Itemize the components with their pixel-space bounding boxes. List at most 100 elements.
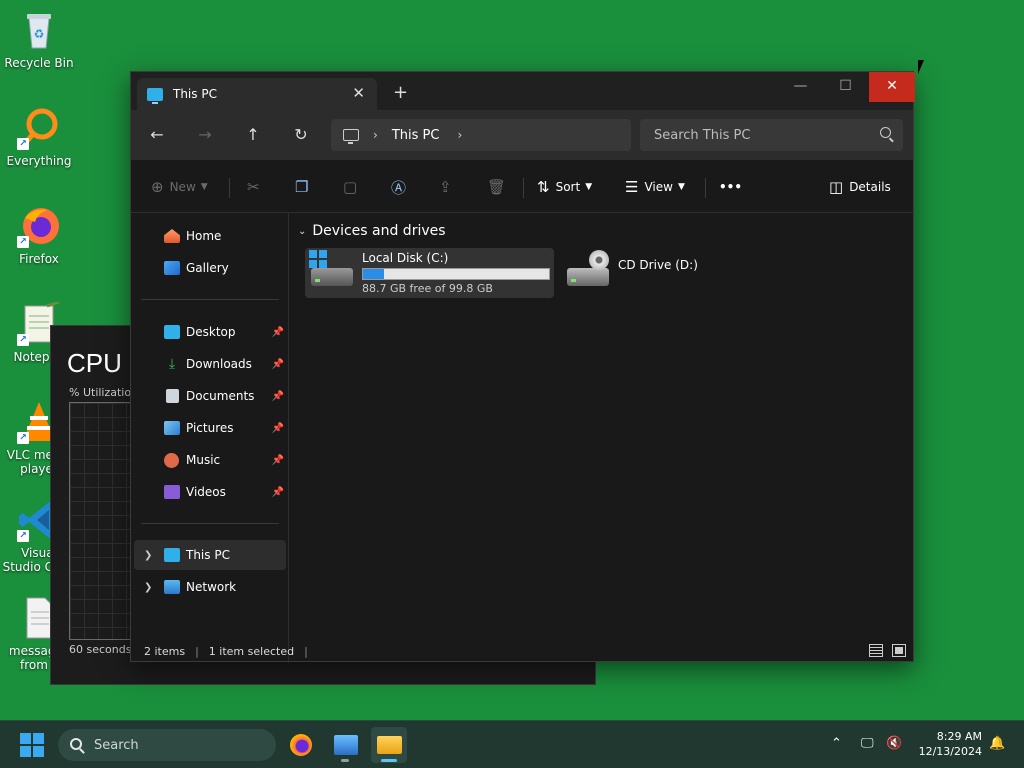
taskbar-app-firefox[interactable]: [283, 727, 319, 763]
pin-icon[interactable]: 📌: [272, 391, 284, 402]
more-options-button[interactable]: •••: [719, 176, 742, 198]
sidebar-item-downloads[interactable]: ⤓ Downloads 📌: [134, 349, 286, 379]
pin-icon[interactable]: 📌: [272, 359, 284, 370]
firefox-icon: [290, 734, 312, 756]
volume-icon[interactable]: 🔇: [886, 736, 902, 751]
close-button[interactable]: ✕: [869, 72, 915, 102]
selection-count: 1 item selected: [208, 644, 295, 658]
refresh-button[interactable]: ↻: [289, 124, 313, 146]
share-button[interactable]: ⇪: [439, 176, 458, 198]
sidebar-item-gallery[interactable]: Gallery: [134, 253, 286, 283]
network-status-icon[interactable]: 🖵: [861, 736, 874, 751]
chevron-right-icon[interactable]: ❯: [144, 582, 152, 593]
new-tab-button[interactable]: +: [393, 84, 408, 102]
search-box[interactable]: [640, 119, 903, 151]
details-label: Details: [849, 180, 891, 194]
toolbar-divider: [523, 178, 524, 198]
sort-button[interactable]: ⇅ Sort ▼: [537, 176, 592, 198]
folder-icon: [377, 736, 402, 754]
sidebar-item-pictures[interactable]: Pictures 📌: [134, 413, 286, 443]
chevron-up-icon[interactable]: ⌃: [831, 736, 842, 751]
sidebar-item-desktop[interactable]: Desktop 📌: [134, 317, 286, 347]
taskbar-search[interactable]: Search: [58, 729, 276, 761]
group-header-devices[interactable]: ⌄ Devices and drives: [298, 223, 446, 239]
sidebar-item-home[interactable]: Home: [134, 221, 286, 251]
delete-button[interactable]: 🗑: [487, 176, 512, 198]
sidebar-item-this-pc[interactable]: ❯ This PC: [134, 540, 286, 570]
windows-logo-icon: [309, 250, 327, 268]
sidebar-item-network[interactable]: ❯ Network: [134, 572, 286, 602]
drive-free-space: 88.7 GB free of 99.8 GB: [362, 282, 493, 295]
sidebar-item-label: Videos: [186, 485, 226, 499]
new-button[interactable]: ⊕ New ▼: [151, 176, 208, 198]
sidebar-divider: [141, 523, 279, 524]
shortcut-arrow-icon: ↗: [17, 432, 29, 444]
videos-icon: [164, 485, 180, 499]
breadcrumb-this-pc[interactable]: This PC: [392, 128, 440, 143]
rename-button[interactable]: Ⓐ: [391, 176, 412, 198]
scissors-icon: ✂: [247, 178, 260, 196]
maximize-button[interactable]: ☐: [823, 72, 868, 102]
file-list-area[interactable]: ⌄ Devices and drives Local Disk (C:) 88.…: [291, 213, 913, 633]
system-clock[interactable]: 8:29 AM 12/13/2024: [910, 729, 982, 759]
details-view-button[interactable]: [869, 644, 883, 657]
sidebar-item-videos[interactable]: Videos 📌: [134, 477, 286, 507]
search-input[interactable]: [654, 127, 864, 143]
taskbar-app-file-explorer[interactable]: [371, 727, 407, 763]
pin-icon[interactable]: 📌: [272, 487, 284, 498]
taskbar-app-task-manager[interactable]: [327, 727, 363, 763]
share-icon: ⇪: [439, 178, 452, 196]
active-indicator: [381, 759, 397, 762]
drive-cd-d[interactable]: CD Drive (D:): [561, 248, 761, 298]
drive-name: CD Drive (D:): [618, 258, 698, 272]
desktop-icon-label: Firefox: [19, 252, 59, 266]
chevron-right-icon[interactable]: ›: [457, 128, 462, 142]
minimize-button[interactable]: —: [778, 72, 823, 102]
view-button[interactable]: ☰ View ▼: [625, 176, 685, 198]
file-explorer-window[interactable]: This PC ✕ + — ☐ ✕ ← → ↑ ↻ › This PC › ⊕ …: [130, 71, 915, 663]
more-icon: •••: [719, 180, 743, 194]
up-button[interactable]: ↑: [241, 124, 265, 146]
back-button[interactable]: ←: [145, 124, 169, 146]
sidebar-item-label: Network: [186, 580, 237, 594]
tab-this-pc[interactable]: This PC ✕: [137, 78, 377, 110]
address-bar[interactable]: › This PC ›: [331, 119, 631, 151]
details-pane-icon: ◫: [829, 178, 844, 196]
copy-button[interactable]: ❐: [295, 176, 314, 198]
desktop-icon-firefox[interactable]: ↗ Firefox: [2, 204, 76, 266]
tab-close-icon[interactable]: ✕: [352, 84, 365, 102]
tiles-view-button[interactable]: [892, 644, 906, 657]
desktop-icon-everything[interactable]: ↗ Everything: [2, 106, 76, 168]
pin-icon[interactable]: 📌: [272, 423, 284, 434]
drive-name: Local Disk (C:): [362, 251, 449, 265]
forward-button[interactable]: →: [193, 124, 217, 146]
chevron-right-icon[interactable]: ❯: [144, 550, 152, 561]
toolbar-divider: [229, 178, 230, 198]
pin-icon[interactable]: 📌: [272, 455, 284, 466]
details-pane-button[interactable]: ◫ Details: [829, 176, 891, 198]
drive-local-disk-c[interactable]: Local Disk (C:) 88.7 GB free of 99.8 GB: [305, 248, 554, 298]
sidebar-item-label: Desktop: [186, 325, 236, 339]
pin-icon[interactable]: 📌: [272, 327, 284, 338]
sidebar-item-documents[interactable]: Documents 📌: [134, 381, 286, 411]
clock-date: 12/13/2024: [918, 745, 982, 758]
svg-text:♻: ♻: [34, 27, 45, 41]
sort-label: Sort: [555, 180, 581, 194]
title-bar[interactable]: This PC ✕ + — ☐ ✕: [131, 72, 915, 110]
status-bar: 2 items | 1 item selected |: [131, 639, 913, 663]
paste-button[interactable]: ▢: [343, 176, 363, 198]
start-button[interactable]: [20, 733, 44, 757]
cpu-title: CPU: [67, 348, 122, 378]
recycle-bin-icon: ♻: [17, 8, 61, 52]
desktop-icon-recycle-bin[interactable]: ♻ Recycle Bin: [2, 8, 76, 70]
notification-bell-icon[interactable]: 🔔: [989, 736, 1005, 751]
cut-button[interactable]: ✂: [247, 176, 266, 198]
chevron-down-icon: ▼: [200, 182, 208, 192]
chevron-right-icon[interactable]: ›: [373, 128, 378, 142]
paste-icon: ▢: [343, 178, 358, 196]
disc-icon: [589, 250, 609, 270]
chevron-down-icon: ▼: [585, 182, 593, 192]
sidebar-item-label: This PC: [186, 548, 230, 562]
this-pc-icon: [164, 548, 180, 562]
sidebar-item-music[interactable]: Music 📌: [134, 445, 286, 475]
